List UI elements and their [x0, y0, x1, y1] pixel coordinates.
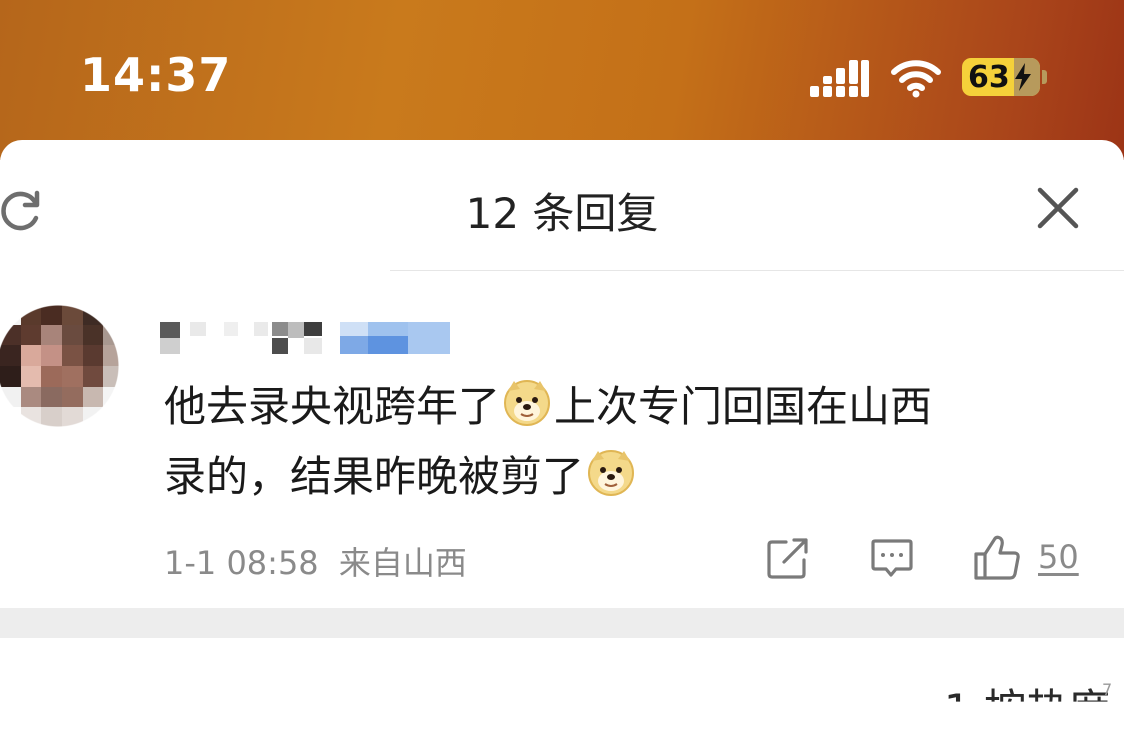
cellular-signal-icon [810, 60, 869, 97]
comment-date: 1-1 08:58 [164, 544, 319, 582]
like-count[interactable]: 50 [1038, 538, 1079, 576]
doge-emoji-icon [504, 380, 551, 426]
status-time: 14:37 [80, 48, 232, 102]
header-divider [390, 270, 1124, 271]
comment-location: 来自山西 [338, 544, 467, 582]
battery-tip [1042, 70, 1047, 84]
battery-indicator: 63 [962, 58, 1040, 96]
battery-percent: 63 [968, 60, 1010, 95]
status-bar: 14:37 63 [0, 0, 1124, 160]
comment-text-part: 他去录央视跨年了 [164, 382, 501, 431]
doge-emoji-icon [588, 450, 635, 496]
share-icon[interactable] [766, 536, 810, 580]
comment-text-part: 录的，结果昨晚被剪了 [164, 452, 585, 501]
sheet-title: 12 条回复 [465, 189, 659, 238]
close-icon[interactable] [1036, 186, 1080, 230]
replies-sheet: 12 条回复 他去录央视跨年了 上次专门回国在山西 录的，结果昨晚被剪了 1-1… [0, 140, 1124, 715]
section-divider [0, 608, 1124, 638]
comment-meta: 1-1 08:58 来自山西 [164, 538, 477, 584]
bolt-icon [1015, 63, 1031, 91]
comment-item[interactable]: 他去录央视跨年了 上次专门回国在山西 录的，结果昨晚被剪了 1-1 08:58 … [0, 280, 1124, 610]
avatar[interactable] [0, 304, 124, 428]
sheet-header: 12 条回复 [0, 140, 1124, 272]
scroll-indicator: 7 [1102, 680, 1113, 699]
comment-text-part: 上次专门回国在山西 [554, 382, 933, 431]
reply-icon[interactable] [870, 536, 914, 580]
wifi-icon [891, 60, 941, 98]
username-redacted[interactable] [160, 318, 460, 358]
like-icon[interactable] [972, 532, 1022, 582]
comment-text: 他去录央视跨年了 上次专门回国在山西 录的，结果昨晚被剪了 [164, 372, 1064, 512]
sort-by-hot-label[interactable]: 1 按热度 [944, 676, 1110, 702]
